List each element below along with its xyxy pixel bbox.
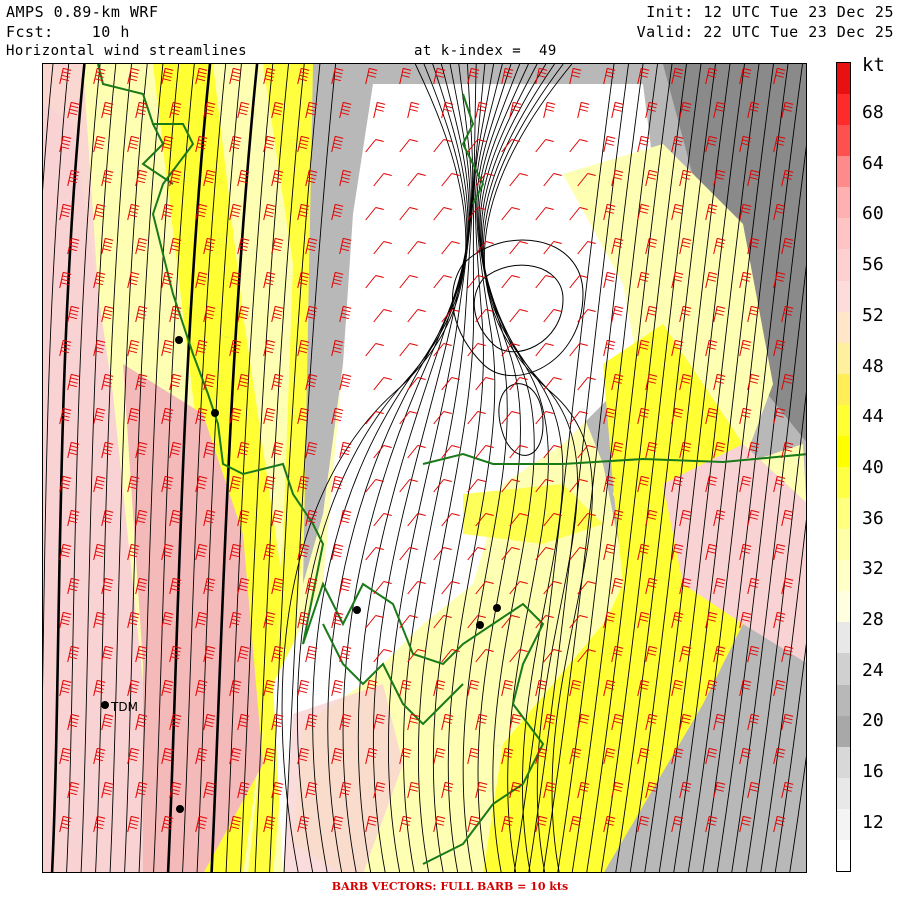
colorbar-segment [837,498,850,530]
colorbar-tick-label: 40 [862,456,884,478]
colorbar-segment [837,560,850,592]
colorbar-tick-label: 32 [862,558,884,580]
station-dot [175,336,183,344]
map-canvas: TDM [43,64,806,872]
colorbar-unit: kt [862,54,885,76]
colorbar-segment [837,529,850,561]
colorbar-segment [837,684,850,717]
colorbar-segment [837,839,850,872]
colorbar [836,62,851,872]
colorbar-segment [837,435,850,468]
colorbar-tick-label: 68 [862,102,884,123]
colorbar-tick-label: 20 [862,710,884,732]
colorbar-tick-label: 48 [862,355,884,377]
colorbar-tick-label: 36 [862,507,884,529]
colorbar-segment [837,591,850,623]
colorbar-tick-label: 12 [862,811,884,833]
level-label: at k-index = 49 [414,43,557,59]
colorbar-tick-label: 52 [862,304,884,326]
model-title: AMPS 0.89-km WRF [6,3,159,21]
forecast-hour: Fcst: 10 h [6,23,130,41]
station-dot [493,604,501,612]
colorbar-segment [837,156,850,188]
colorbar-segment [837,125,850,157]
station-label: TDM [110,700,138,714]
colorbar-tick-label: 16 [862,761,884,783]
colorbar-segment [837,342,850,375]
barb-legend: BARB VECTORS: FULL BARB = 10 kts [331,880,569,893]
colorbar-segment [837,94,850,126]
colorbar-segment [837,280,850,313]
colorbar-segment [837,746,850,779]
init-time: Init: 12 UTC Tue 23 Dec 25 [646,3,894,21]
colorbar-segment [837,622,850,654]
colorbar-tick-label: 24 [862,659,884,681]
colorbar-segment [837,311,850,344]
colorbar-segment [837,404,850,437]
station-dot [101,701,109,709]
colorbar-segment [837,218,850,250]
station-dot [176,805,184,813]
colorbar-tick-label: 44 [862,406,884,428]
station-dot [353,606,361,614]
colorbar-tick-label: 56 [862,254,884,276]
colorbar-tick-label: 64 [862,152,884,174]
colorbar-tick-label: 28 [862,609,884,630]
field-name: Horizontal wind streamlines [6,43,248,59]
station-dot [211,409,219,417]
wind-map[interactable]: TDM [42,63,807,873]
colorbar-segment [837,715,850,748]
colorbar-segment [837,249,850,282]
colorbar-segment [837,63,850,95]
colorbar-segment [837,653,850,686]
valid-time: Valid: 22 UTC Tue 23 Dec 25 [636,23,894,41]
colorbar-segment [837,373,850,406]
colorbar-segment [837,808,850,841]
wind-speed-fill [43,64,806,872]
colorbar-segment [837,467,850,499]
station-dot [476,621,484,629]
colorbar-segment [837,777,850,810]
colorbar-tick-label: 60 [862,203,884,225]
colorbar-segment [837,187,850,219]
